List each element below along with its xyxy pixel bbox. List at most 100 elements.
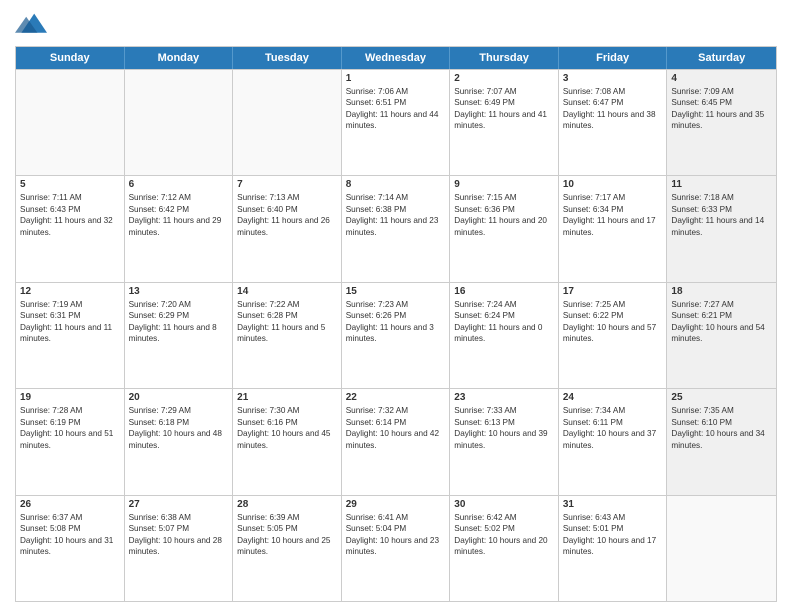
cell-info: Sunrise: 7:20 AM Sunset: 6:29 PM Dayligh… [129,299,229,345]
calendar-cell: 11 Sunrise: 7:18 AM Sunset: 6:33 PM Dayli… [667,176,776,281]
cell-info: Sunrise: 7:28 AM Sunset: 6:19 PM Dayligh… [20,405,120,451]
day-number: 17 [563,286,663,297]
day-number: 6 [129,179,229,190]
cell-info: Sunrise: 7:08 AM Sunset: 6:47 PM Dayligh… [563,86,663,132]
calendar-cell: 20 Sunrise: 7:29 AM Sunset: 6:18 PM Dayli… [125,389,234,494]
calendar-row-1: 5 Sunrise: 7:11 AM Sunset: 6:43 PM Daylig… [16,175,776,281]
calendar-cell: 9 Sunrise: 7:15 AM Sunset: 6:36 PM Daylig… [450,176,559,281]
day-number: 18 [671,286,772,297]
calendar-row-0: 1 Sunrise: 7:06 AM Sunset: 6:51 PM Daylig… [16,69,776,175]
cell-info: Sunrise: 6:43 AM Sunset: 5:01 PM Dayligh… [563,512,663,558]
day-number: 22 [346,392,446,403]
day-number: 13 [129,286,229,297]
header-day-wednesday: Wednesday [342,47,451,69]
calendar-cell [233,70,342,175]
calendar-cell: 27 Sunrise: 6:38 AM Sunset: 5:07 PM Dayli… [125,496,234,601]
calendar-cell [667,496,776,601]
cell-info: Sunrise: 7:35 AM Sunset: 6:10 PM Dayligh… [671,405,772,451]
cell-info: Sunrise: 7:13 AM Sunset: 6:40 PM Dayligh… [237,192,337,238]
cell-info: Sunrise: 7:22 AM Sunset: 6:28 PM Dayligh… [237,299,337,345]
cell-info: Sunrise: 6:42 AM Sunset: 5:02 PM Dayligh… [454,512,554,558]
cell-info: Sunrise: 7:30 AM Sunset: 6:16 PM Dayligh… [237,405,337,451]
calendar-cell: 21 Sunrise: 7:30 AM Sunset: 6:16 PM Dayli… [233,389,342,494]
day-number: 2 [454,73,554,84]
calendar-row-3: 19 Sunrise: 7:28 AM Sunset: 6:19 PM Dayli… [16,388,776,494]
day-number: 24 [563,392,663,403]
logo-icon [15,10,47,38]
cell-info: Sunrise: 7:29 AM Sunset: 6:18 PM Dayligh… [129,405,229,451]
calendar: SundayMondayTuesdayWednesdayThursdayFrid… [15,46,777,602]
cell-info: Sunrise: 7:23 AM Sunset: 6:26 PM Dayligh… [346,299,446,345]
calendar-cell: 29 Sunrise: 6:41 AM Sunset: 5:04 PM Dayli… [342,496,451,601]
cell-info: Sunrise: 7:11 AM Sunset: 6:43 PM Dayligh… [20,192,120,238]
calendar-cell: 1 Sunrise: 7:06 AM Sunset: 6:51 PM Daylig… [342,70,451,175]
cell-info: Sunrise: 6:39 AM Sunset: 5:05 PM Dayligh… [237,512,337,558]
calendar-cell: 14 Sunrise: 7:22 AM Sunset: 6:28 PM Dayli… [233,283,342,388]
day-number: 7 [237,179,337,190]
header-day-sunday: Sunday [16,47,125,69]
day-number: 3 [563,73,663,84]
cell-info: Sunrise: 6:37 AM Sunset: 5:08 PM Dayligh… [20,512,120,558]
header-day-saturday: Saturday [667,47,776,69]
day-number: 20 [129,392,229,403]
calendar-row-4: 26 Sunrise: 6:37 AM Sunset: 5:08 PM Dayli… [16,495,776,601]
day-number: 15 [346,286,446,297]
cell-info: Sunrise: 7:33 AM Sunset: 6:13 PM Dayligh… [454,405,554,451]
calendar-cell: 23 Sunrise: 7:33 AM Sunset: 6:13 PM Dayli… [450,389,559,494]
cell-info: Sunrise: 7:06 AM Sunset: 6:51 PM Dayligh… [346,86,446,132]
header-day-monday: Monday [125,47,234,69]
cell-info: Sunrise: 7:14 AM Sunset: 6:38 PM Dayligh… [346,192,446,238]
calendar-cell: 17 Sunrise: 7:25 AM Sunset: 6:22 PM Dayli… [559,283,668,388]
calendar-body: 1 Sunrise: 7:06 AM Sunset: 6:51 PM Daylig… [16,69,776,601]
day-number: 23 [454,392,554,403]
calendar-cell: 13 Sunrise: 7:20 AM Sunset: 6:29 PM Dayli… [125,283,234,388]
calendar-cell: 4 Sunrise: 7:09 AM Sunset: 6:45 PM Daylig… [667,70,776,175]
calendar-cell: 18Sunrise: 7:27 AM Sunset: 6:21 PM Dayli… [667,283,776,388]
day-number: 26 [20,499,120,510]
calendar-cell: 10Sunrise: 7:17 AM Sunset: 6:34 PM Dayli… [559,176,668,281]
day-number: 4 [671,73,772,84]
day-number: 16 [454,286,554,297]
calendar-cell: 15 Sunrise: 7:23 AM Sunset: 6:26 PM Dayli… [342,283,451,388]
calendar-cell: 3 Sunrise: 7:08 AM Sunset: 6:47 PM Daylig… [559,70,668,175]
day-number: 14 [237,286,337,297]
logo [15,10,51,38]
day-number: 9 [454,179,554,190]
day-number: 10 [563,179,663,190]
day-number: 28 [237,499,337,510]
day-number: 29 [346,499,446,510]
calendar-cell: 19 Sunrise: 7:28 AM Sunset: 6:19 PM Dayli… [16,389,125,494]
header-day-thursday: Thursday [450,47,559,69]
calendar-cell: 16Sunrise: 7:24 AM Sunset: 6:24 PM Dayli… [450,283,559,388]
cell-info: Sunrise: 6:41 AM Sunset: 5:04 PM Dayligh… [346,512,446,558]
cell-info: Sunrise: 7:19 AM Sunset: 6:31 PM Dayligh… [20,299,120,345]
cell-info: Sunrise: 7:07 AM Sunset: 6:49 PM Dayligh… [454,86,554,132]
calendar-cell: 28 Sunrise: 6:39 AM Sunset: 5:05 PM Dayli… [233,496,342,601]
day-number: 31 [563,499,663,510]
calendar-row-2: 12Sunrise: 7:19 AM Sunset: 6:31 PM Dayli… [16,282,776,388]
cell-info: Sunrise: 7:18 AM Sunset: 6:33 PM Dayligh… [671,192,772,238]
calendar-cell: 22 Sunrise: 7:32 AM Sunset: 6:14 PM Dayli… [342,389,451,494]
calendar-cell: 31 Sunrise: 6:43 AM Sunset: 5:01 PM Dayli… [559,496,668,601]
day-number: 11 [671,179,772,190]
calendar-cell: 30Sunrise: 6:42 AM Sunset: 5:02 PM Dayli… [450,496,559,601]
day-number: 25 [671,392,772,403]
cell-info: Sunrise: 7:25 AM Sunset: 6:22 PM Dayligh… [563,299,663,345]
cell-info: Sunrise: 7:15 AM Sunset: 6:36 PM Dayligh… [454,192,554,238]
day-number: 27 [129,499,229,510]
page: SundayMondayTuesdayWednesdayThursdayFrid… [0,0,792,612]
cell-info: Sunrise: 7:12 AM Sunset: 6:42 PM Dayligh… [129,192,229,238]
header [15,10,777,38]
day-number: 8 [346,179,446,190]
day-number: 21 [237,392,337,403]
header-day-friday: Friday [559,47,668,69]
cell-info: Sunrise: 7:32 AM Sunset: 6:14 PM Dayligh… [346,405,446,451]
day-number: 5 [20,179,120,190]
cell-info: Sunrise: 7:09 AM Sunset: 6:45 PM Dayligh… [671,86,772,132]
header-day-tuesday: Tuesday [233,47,342,69]
calendar-cell: 26 Sunrise: 6:37 AM Sunset: 5:08 PM Dayli… [16,496,125,601]
cell-info: Sunrise: 6:38 AM Sunset: 5:07 PM Dayligh… [129,512,229,558]
day-number: 19 [20,392,120,403]
day-number: 1 [346,73,446,84]
calendar-cell: 24Sunrise: 7:34 AM Sunset: 6:11 PM Dayli… [559,389,668,494]
